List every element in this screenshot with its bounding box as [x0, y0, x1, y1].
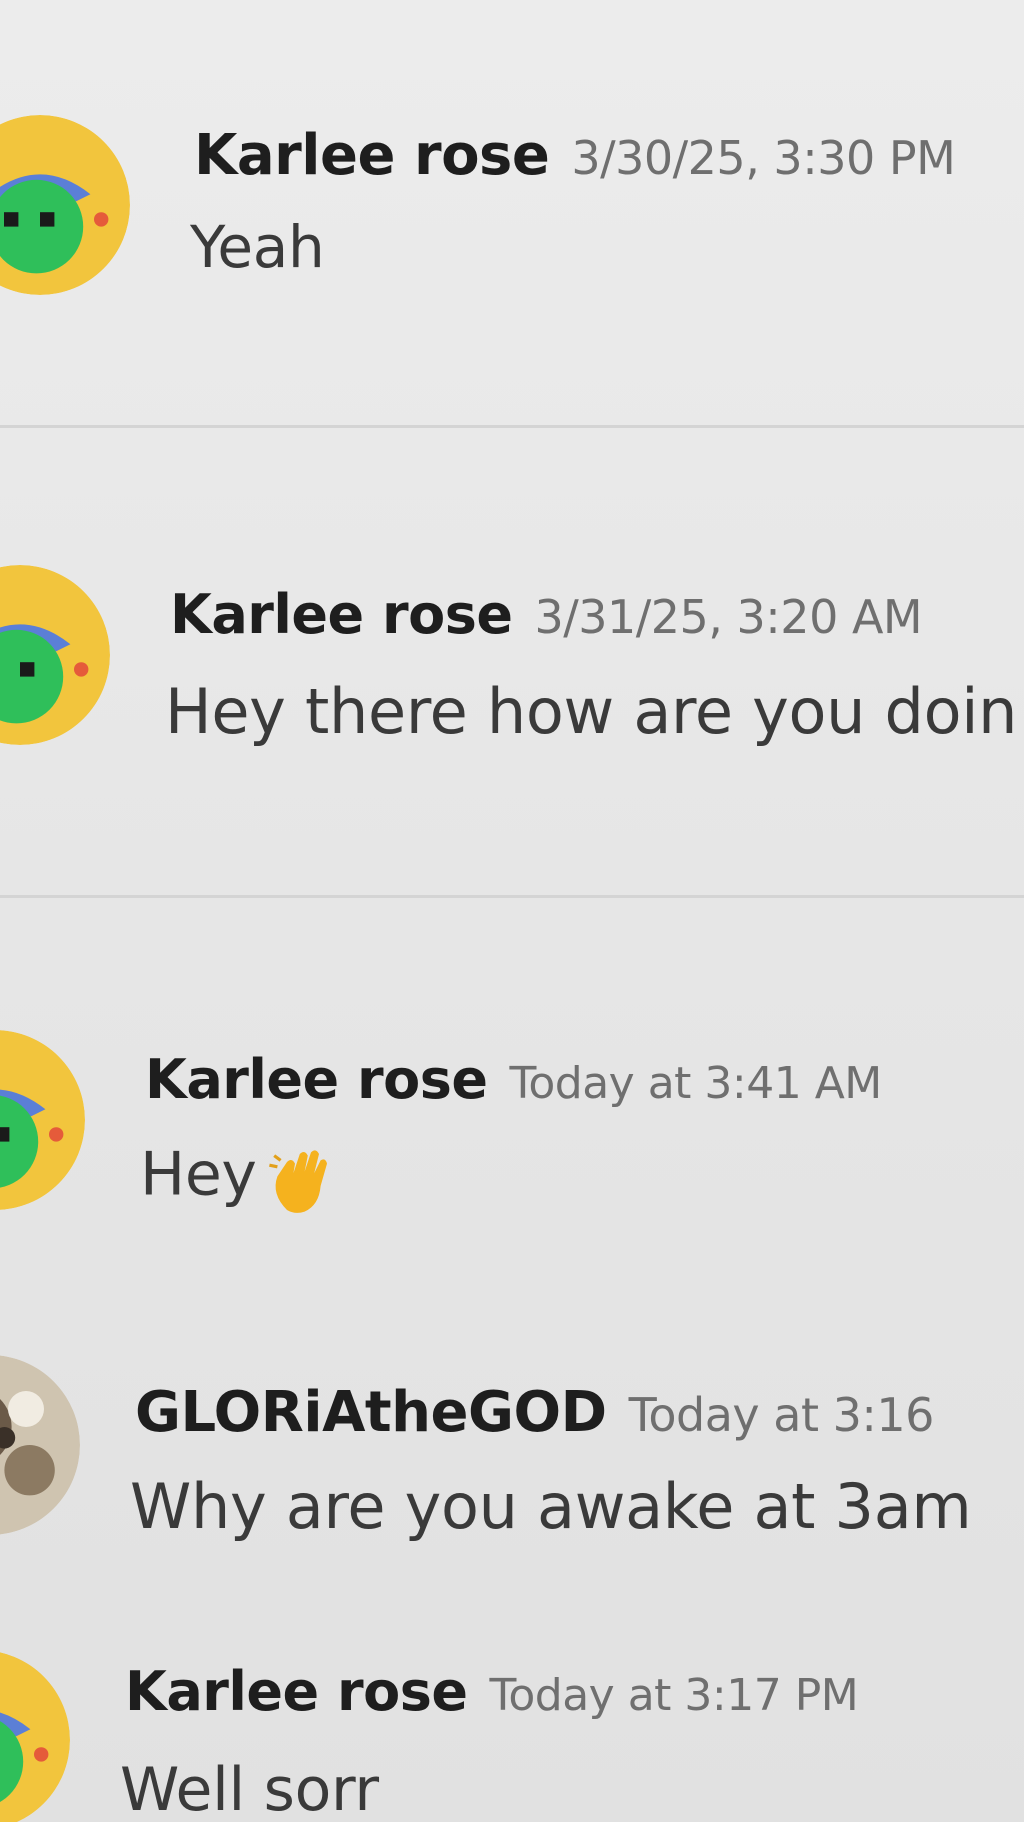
message-author[interactable]: Karlee rose — [125, 1660, 468, 1723]
message-author[interactable]: Karlee rose — [194, 123, 550, 188]
message-text: Yeah — [190, 213, 325, 281]
message-timestamp: Today at 3:16 — [628, 1388, 935, 1442]
message-item[interactable]: GLORiAtheGOD Today at 3:16 Why are you aw… — [0, 1345, 1024, 1555]
message-text: Why are you awake at 3am — [130, 1470, 972, 1543]
chat-message-list[interactable]: Karlee rose 3/30/25, 3:30 PM Yeah Karlee … — [0, 0, 1024, 1822]
date-divider — [0, 425, 1024, 428]
message-item[interactable]: Karlee rose Today at 3:17 PM Well sorr — [0, 1640, 1024, 1822]
green-character-avatar-icon[interactable] — [0, 115, 130, 295]
message-timestamp: 3/31/25, 3:20 AM — [534, 590, 923, 644]
message-author[interactable]: Karlee rose — [145, 1048, 488, 1111]
message-text: Well sorr — [120, 1755, 379, 1822]
message-timestamp: Today at 3:17 PM — [489, 1670, 859, 1721]
message-text: Hey — [140, 1139, 257, 1210]
message-item[interactable]: Karlee rose 3/31/25, 3:20 AM Hey there ho… — [0, 555, 1024, 765]
message-timestamp: Today at 3:41 AM — [509, 1058, 882, 1109]
waving-hand-icon — [263, 1138, 343, 1218]
message-text: Hey there how are you doin — [165, 675, 1018, 748]
message-content: Hey — [140, 1138, 343, 1218]
message-item[interactable]: Karlee rose 3/30/25, 3:30 PM Yeah — [0, 95, 1024, 305]
message-timestamp: 3/30/25, 3:30 PM — [571, 131, 956, 185]
green-character-avatar-icon[interactable] — [0, 1650, 70, 1822]
message-item[interactable]: Karlee rose Today at 3:41 AM Hey — [0, 1020, 1024, 1230]
photo-avatar-icon[interactable] — [0, 1355, 80, 1535]
message-author[interactable]: Karlee rose — [170, 583, 513, 646]
date-divider — [0, 895, 1024, 898]
message-author[interactable]: GLORiAtheGOD — [135, 1380, 607, 1445]
green-character-avatar-icon[interactable] — [0, 1030, 85, 1210]
green-character-avatar-icon[interactable] — [0, 565, 110, 745]
